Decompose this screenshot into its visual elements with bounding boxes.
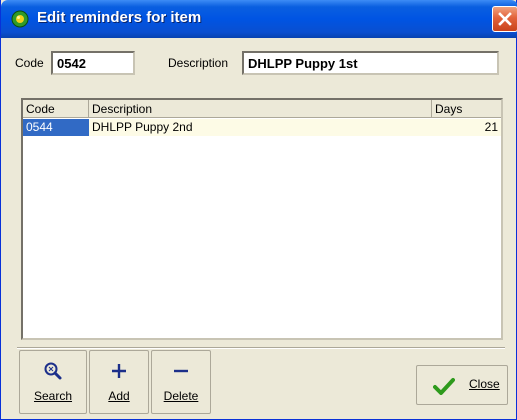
description-label: Description xyxy=(168,56,229,70)
code-field[interactable]: 0542 xyxy=(51,51,135,75)
add-button[interactable]: Add xyxy=(89,350,149,414)
add-button-label: Add xyxy=(108,389,130,403)
reminders-grid[interactable]: Code Description Days 0544 DHLPP Puppy 2… xyxy=(21,98,503,340)
app-icon xyxy=(11,10,29,28)
table-row[interactable]: 0544 DHLPP Puppy 2nd 21 xyxy=(23,119,501,136)
window-close-button[interactable] xyxy=(492,6,517,32)
delete-button[interactable]: Delete xyxy=(151,350,211,414)
search-icon xyxy=(20,361,86,385)
toolbar-divider xyxy=(17,347,505,349)
window-title: Edit reminders for item xyxy=(37,9,202,26)
minus-icon xyxy=(152,361,210,385)
row-code-cell[interactable]: 0544 xyxy=(23,119,89,136)
row-description-cell[interactable]: DHLPP Puppy 2nd xyxy=(89,119,432,136)
close-icon xyxy=(498,12,512,26)
search-button-label: Search xyxy=(33,389,73,403)
column-header-code[interactable]: Code xyxy=(23,100,89,118)
plus-icon xyxy=(90,361,148,385)
column-header-days[interactable]: Days xyxy=(432,100,501,118)
close-button[interactable]: Close xyxy=(416,365,508,405)
row-days-cell[interactable]: 21 xyxy=(432,119,501,136)
checkmark-icon xyxy=(433,378,455,395)
close-button-label: Close xyxy=(469,377,500,391)
delete-button-label: Delete xyxy=(163,389,199,403)
title-bar[interactable]: Edit reminders for item xyxy=(1,0,517,38)
code-label: Code xyxy=(15,56,44,70)
description-field[interactable]: DHLPP Puppy 1st xyxy=(242,51,499,75)
edit-reminders-dialog: Edit reminders for item Code 0542 Descri… xyxy=(0,0,517,420)
column-header-description[interactable]: Description xyxy=(89,100,432,118)
grid-header: Code Description Days xyxy=(23,100,501,118)
search-button[interactable]: Search xyxy=(19,350,87,414)
